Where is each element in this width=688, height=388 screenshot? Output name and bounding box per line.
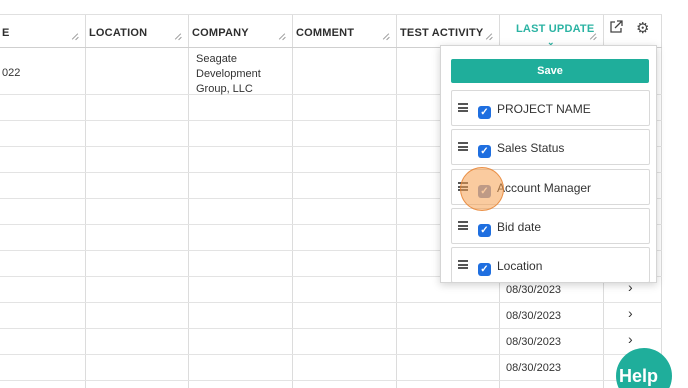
row-divider [0,302,662,303]
column-header-partial[interactable]: E [0,15,85,49]
column-option-label: Bid date [497,220,542,234]
column-header-label: TEST ACTIVITY [400,27,484,39]
column-option-label: Sales Status [497,141,565,155]
checkbox[interactable]: ✓ [478,263,491,276]
column-divider [396,14,397,388]
column-divider [661,14,662,388]
column-option-project-name[interactable]: ✓ PROJECT NAME [451,90,650,126]
gear-icon[interactable]: ⚙ [636,21,649,36]
column-header-label: COMPANY [192,27,249,39]
column-header-label: COMMENT [296,27,355,39]
column-option-label: Account Manager [497,181,592,195]
column-header-label: E [2,27,10,39]
resize-handle-icon[interactable] [278,32,286,40]
column-option-label: Location [497,259,543,273]
column-header-label: LOCATION [89,27,148,39]
column-settings-panel: Save ✓ PROJECT NAME ✓ Sales Status ✓ Acc… [440,45,657,283]
table-header: E LOCATION COMPANY COMMENT TEST ACTIVITY… [0,14,662,48]
table-cell-date: 08/30/2023 [506,336,562,348]
table-cell-date: 022 [2,67,21,79]
drag-handle-icon[interactable] [458,221,468,230]
table-cell-date: 08/30/2023 [506,362,562,374]
column-divider [188,14,189,388]
row-divider [0,328,662,329]
drag-handle-icon[interactable] [458,103,468,112]
drag-handle-icon[interactable] [458,142,468,151]
resize-handle-icon[interactable] [589,32,597,40]
column-option-bid-date[interactable]: ✓ Bid date [451,208,650,244]
column-option-label: PROJECT NAME [497,102,591,116]
column-header-comment[interactable]: COMMENT [292,15,396,49]
drag-handle-icon[interactable] [458,260,468,269]
column-header-test-activity[interactable]: TEST ACTIVITY [396,15,499,49]
column-header-location[interactable]: LOCATION [85,15,188,49]
checkbox[interactable]: ✓ [478,145,491,158]
column-option-sales-status[interactable]: ✓ Sales Status [451,129,650,165]
column-header-company[interactable]: COMPANY [188,15,292,49]
chevron-right-icon[interactable]: › [628,305,633,321]
resize-handle-icon[interactable] [71,32,79,40]
column-divider [85,14,86,388]
column-divider [292,14,293,388]
column-option-location[interactable]: ✓ Location [451,247,650,282]
table-cell-company: Seagate Development Group, LLC [196,53,261,95]
resize-handle-icon[interactable] [485,32,493,40]
checkbox[interactable]: ✓ [478,224,491,237]
external-link-icon[interactable] [609,20,623,34]
row-divider [0,354,662,355]
column-header-label: LAST UPDATE [516,23,595,35]
row-divider [0,380,662,381]
checkbox[interactable]: ✓ [478,106,491,119]
save-button[interactable]: Save [451,59,649,83]
table-cell-date: 08/30/2023 [506,310,562,322]
resize-handle-icon[interactable] [174,32,182,40]
column-header-last-update[interactable]: LAST UPDATE ⌄ [499,15,603,49]
table-cell-date: 08/30/2023 [506,284,562,296]
resize-handle-icon[interactable] [382,32,390,40]
click-indicator [460,167,504,211]
chevron-right-icon[interactable]: › [628,331,633,347]
